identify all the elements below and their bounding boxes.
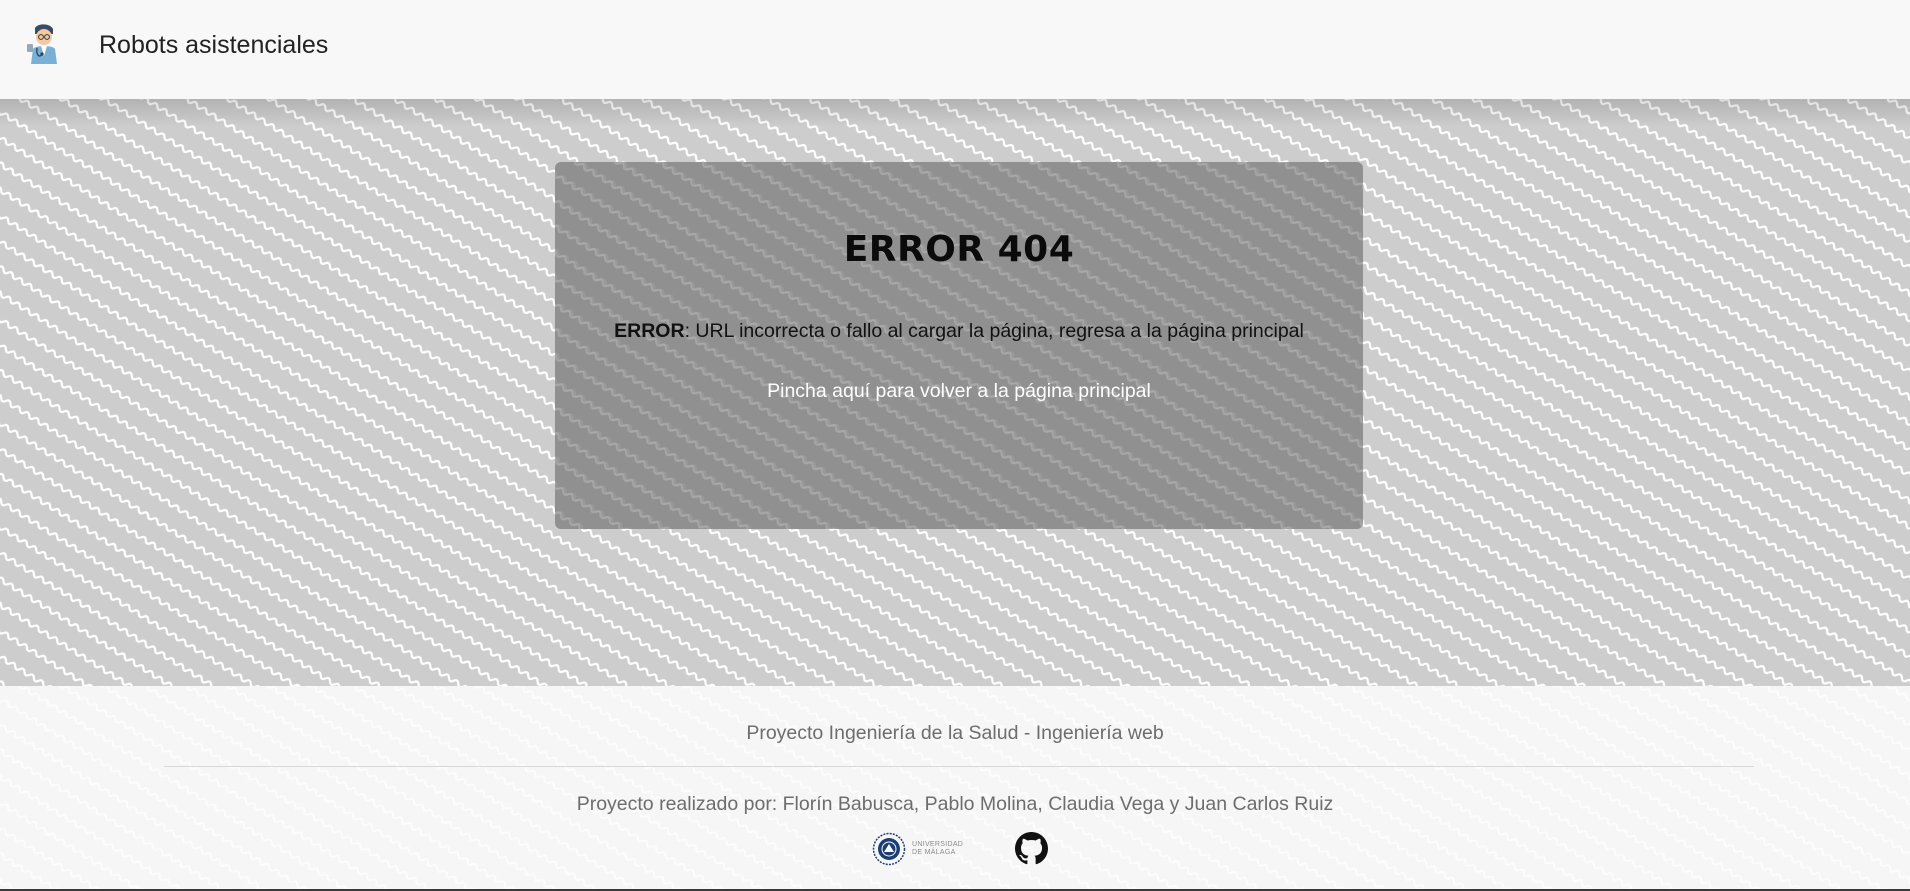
error-message: ERROR: URL incorrecta o fallo al cargar … bbox=[555, 318, 1363, 344]
footer-divider bbox=[164, 766, 1754, 767]
back-home-link[interactable]: Pincha aquí bbox=[767, 380, 870, 402]
site-title[interactable]: Robots asistenciales bbox=[99, 29, 328, 61]
error-card: ERROR 404 ERROR: URL incorrecta o fallo … bbox=[555, 162, 1363, 529]
main-content: ERROR 404 ERROR: URL incorrecta o fallo … bbox=[0, 99, 1910, 686]
back-home-text: para volver a la página principal bbox=[870, 380, 1151, 402]
university-logo-link[interactable]: UNIVERSIDAD DE MÁLAGA bbox=[872, 832, 963, 866]
back-home-line: Pincha aquí para volver a la página prin… bbox=[555, 378, 1363, 404]
top-navbar: Robots asistenciales bbox=[0, 0, 1910, 99]
error-description: : URL incorrecta o fallo al cargar la pá… bbox=[684, 320, 1304, 342]
footer-project-title: Proyecto Ingeniería de la Salud - Ingeni… bbox=[746, 722, 1164, 744]
error-label: ERROR bbox=[614, 320, 685, 342]
error-title: ERROR 404 bbox=[843, 229, 1075, 270]
university-logo-text: UNIVERSIDAD DE MÁLAGA bbox=[912, 841, 964, 856]
footer: Proyecto Ingeniería de la Salud - Ingeni… bbox=[0, 686, 1910, 891]
github-icon[interactable] bbox=[1015, 832, 1048, 865]
robot-doctor-icon[interactable] bbox=[26, 24, 60, 64]
university-seal-icon bbox=[872, 832, 906, 866]
footer-credits: Proyecto realizado por: Florín Babusca, … bbox=[576, 793, 1334, 815]
